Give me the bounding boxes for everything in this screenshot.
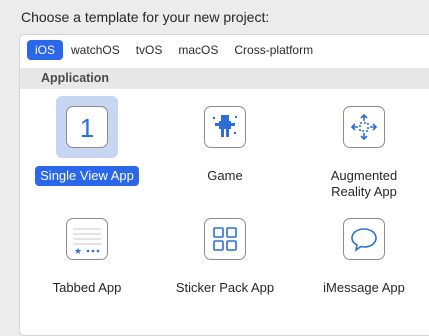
template-label: iMessage App	[323, 280, 405, 295]
tabbed-app-icon: ★	[66, 218, 108, 260]
icon-highlight: ★	[56, 208, 118, 270]
game-icon	[204, 106, 246, 148]
prompt-text: Choose a template for your new project:	[21, 9, 270, 25]
section-title: Application	[41, 71, 110, 85]
tab-macos[interactable]: macOS	[170, 40, 226, 60]
icon-highlight	[194, 96, 256, 158]
icon-highlight	[333, 96, 395, 158]
svg-text:★: ★	[74, 247, 82, 257]
tab-ios[interactable]: iOS	[27, 40, 64, 60]
tab-watchos[interactable]: watchOS	[63, 40, 128, 60]
icon-highlight	[333, 208, 395, 270]
template-label: Augmented Reality App	[330, 168, 398, 199]
platform-tabs: iOS watchOS tvOS macOS Cross-platform	[27, 40, 321, 60]
icon-highlight	[194, 208, 256, 270]
template-tabbed-app[interactable]: ★ Tabbed App	[22, 208, 152, 298]
template-augmented-reality-app[interactable]: Augmented Reality App	[299, 96, 429, 202]
template-label: Sticker Pack App	[175, 280, 275, 295]
template-label: Single View App	[35, 166, 139, 186]
single-view-icon: 1	[66, 106, 108, 148]
template-label: Game	[207, 168, 243, 183]
template-single-view-app[interactable]: 1 Single View App	[22, 96, 152, 186]
template-label: Tabbed App	[52, 280, 122, 295]
icon-highlight: 1	[56, 96, 118, 158]
imessage-icon	[343, 218, 385, 260]
svg-text:1: 1	[80, 113, 94, 142]
augmented-reality-icon	[343, 106, 385, 148]
template-game[interactable]: Game	[160, 96, 290, 186]
template-sticker-pack-app[interactable]: Sticker Pack App	[160, 208, 290, 298]
sticker-pack-icon	[204, 218, 246, 260]
tab-tvos[interactable]: tvOS	[128, 40, 171, 60]
tab-cross-platform[interactable]: Cross-platform	[226, 40, 321, 60]
template-imessage-app[interactable]: iMessage App	[299, 208, 429, 298]
